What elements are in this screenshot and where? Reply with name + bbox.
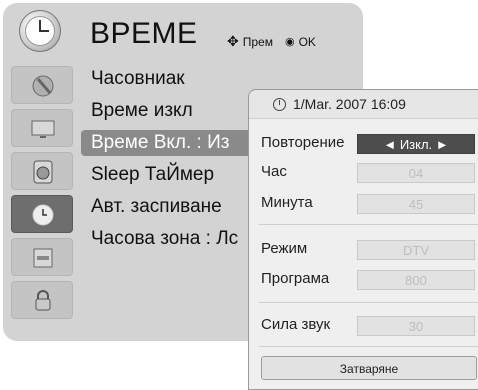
current-datetime: 1/Mar. 2007 16:09 <box>293 96 406 112</box>
close-button[interactable]: Затваряне <box>261 356 477 380</box>
picture-icon <box>32 75 54 97</box>
settings-icon <box>33 248 53 268</box>
volume-label: Сила звук <box>261 316 331 333</box>
program-field[interactable]: 800 <box>357 270 475 290</box>
hour-field[interactable]: 04 <box>357 163 475 183</box>
repeat-label: Повторение <box>261 134 345 151</box>
clock-small-icon <box>273 98 286 111</box>
monitor-icon <box>31 120 55 138</box>
lock-icon <box>35 290 51 311</box>
sidebar-item-picture[interactable] <box>11 66 73 104</box>
popup-header: 1/Mar. 2007 16:09 <box>249 90 478 119</box>
volume-field[interactable]: 30 <box>357 316 475 336</box>
navigation-hint: ✥ Прем ◉ OK <box>227 33 316 50</box>
category-sidebar <box>11 66 73 324</box>
divider <box>259 302 478 303</box>
sidebar-item-lock[interactable] <box>11 281 73 319</box>
sidebar-item-time[interactable] <box>11 195 73 233</box>
sidebar-item-audio[interactable] <box>11 152 73 190</box>
menu-title: ВРЕМЕ <box>90 17 198 50</box>
divider <box>259 346 478 347</box>
ok-button-icon: ◉ <box>284 36 295 48</box>
repeat-selector[interactable]: ◄ Изкл. ► <box>357 134 475 154</box>
hour-label: Час <box>261 163 287 180</box>
mode-field[interactable]: DTV <box>357 240 475 260</box>
move-arrows-icon: ✥ <box>227 33 239 49</box>
clock-icon <box>19 10 61 52</box>
program-label: Програма <box>261 270 330 287</box>
sidebar-item-options[interactable] <box>11 238 73 276</box>
hint-move-label: Прем <box>242 34 273 49</box>
menu-header: ВРЕМЕ ✥ Прем ◉ OK <box>3 3 363 61</box>
divider <box>259 224 478 225</box>
minute-label: Минута <box>261 194 313 211</box>
sidebar-item-screen[interactable] <box>11 109 73 147</box>
clock-icon <box>32 204 54 226</box>
mode-label: Режим <box>261 240 308 257</box>
minute-field[interactable]: 45 <box>357 194 475 214</box>
speaker-icon <box>33 160 53 184</box>
hint-ok-label: OK <box>298 34 316 49</box>
on-time-popup: 1/Mar. 2007 16:09 Повторение ◄ Изкл. ► Ч… <box>248 89 478 390</box>
